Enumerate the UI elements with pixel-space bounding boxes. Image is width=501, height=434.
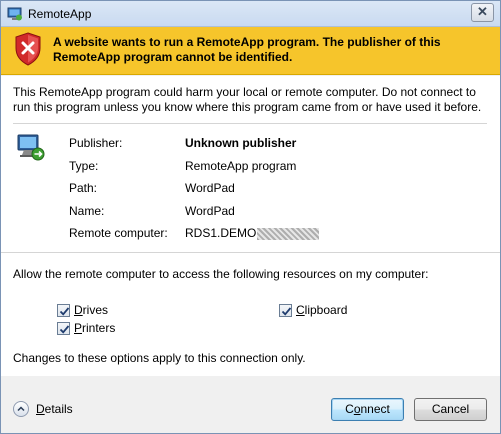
type-value: RemoteApp program [185,158,297,173]
changes-note: Changes to these options apply to this c… [13,351,306,365]
drives-label: Drives [74,303,108,317]
warning-banner: A website wants to run a RemoteApp progr… [1,27,500,75]
drives-checkbox[interactable]: Drives [57,303,108,317]
label-suffix: etails [44,402,73,416]
checkbox-box[interactable] [57,321,70,335]
checkbox-box[interactable] [57,303,70,317]
dialog-footer: Details Connect Cancel [1,377,500,433]
remote-computer-value: RDS1.DEMO [185,226,320,240]
close-icon: ✕ [477,4,488,19]
remoteapp-dialog: RemoteApp ✕ A website wants to run a Rem… [0,0,501,434]
details-toggle[interactable]: Details [13,401,73,417]
remote-computer-label: Remote computer: [69,226,168,240]
dialog-content: This RemoteApp program could harm your l… [1,76,500,376]
printers-checkbox[interactable]: Printers [57,321,115,335]
remote-computer-name: RDS1.DEMO [185,226,257,240]
cancel-button[interactable]: Cancel [414,398,487,421]
warning-banner-text: A website wants to run a RemoteApp progr… [53,35,441,64]
label-suffix: nnect [360,402,390,416]
label-prefix: C [345,402,354,416]
redacted-domain [257,227,320,240]
connect-button[interactable]: Connect [331,398,404,421]
access-key: C [296,303,305,317]
details-label: Details [36,402,73,416]
access-key: P [74,321,83,335]
label-suffix: rinters [82,321,116,335]
publisher-value: Unknown publisher [185,136,297,150]
window-title: RemoteApp [28,7,92,21]
type-label: Type: [69,158,99,173]
access-key: D [36,402,45,416]
label-suffix: rives [82,303,109,317]
remote-computer-icon [17,134,45,161]
warning-description: This RemoteApp program could harm your l… [13,85,482,114]
divider [13,123,487,124]
clipboard-checkbox[interactable]: Clipboard [279,303,347,317]
clipboard-label: Clipboard [296,303,347,317]
checkbox-box[interactable] [279,303,292,317]
checkmark-icon [59,306,70,316]
label-suffix: lipboard [304,303,348,317]
resources-prompt: Allow the remote computer to access the … [13,267,429,281]
access-key: D [74,303,83,317]
checkmark-icon [281,306,292,316]
remoteapp-icon [7,7,22,21]
divider [1,252,500,253]
chevron-up-icon[interactable] [13,401,29,417]
security-shield-error-icon [15,32,41,66]
name-value: WordPad [185,203,235,218]
path-value: WordPad [185,181,235,195]
access-key: o [353,402,361,416]
name-label: Name: [69,203,105,218]
printers-label: Printers [74,321,115,335]
close-button[interactable]: ✕ [471,3,494,22]
publisher-label: Publisher: [69,136,123,150]
checkmark-icon [59,324,70,334]
title-bar[interactable]: RemoteApp ✕ [1,1,500,27]
path-label: Path: [69,181,98,195]
